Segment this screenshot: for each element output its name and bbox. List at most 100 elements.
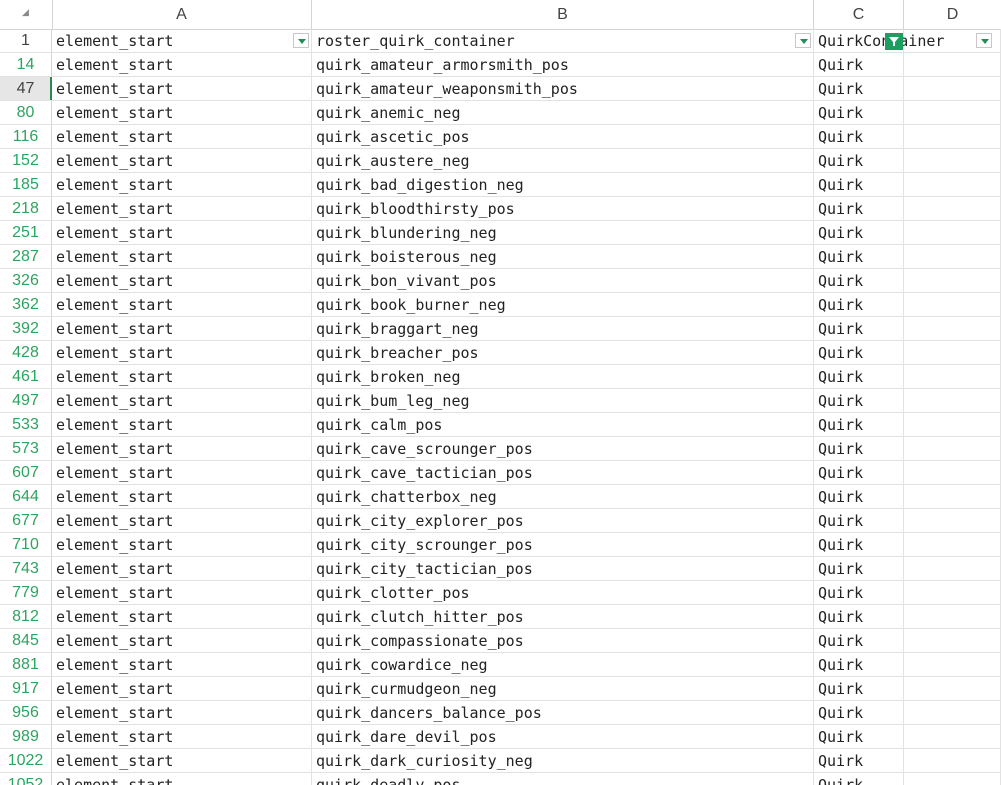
cell-b[interactable]: quirk_boisterous_neg <box>312 245 814 268</box>
cell-a[interactable]: element_start <box>52 557 312 580</box>
cell-d[interactable] <box>904 149 1001 172</box>
cell-c[interactable]: Quirk <box>814 653 904 676</box>
cell-d[interactable] <box>904 677 1001 700</box>
cell-b[interactable]: quirk_amateur_armorsmith_pos <box>312 53 814 76</box>
row-number[interactable]: 644 <box>0 485 52 508</box>
cell-b[interactable]: quirk_austere_neg <box>312 149 814 172</box>
cell-c[interactable]: Quirk <box>814 269 904 292</box>
cell-b[interactable]: quirk_book_burner_neg <box>312 293 814 316</box>
cell-d[interactable] <box>904 101 1001 124</box>
row-number[interactable]: 152 <box>0 149 52 172</box>
column-header-b[interactable]: B <box>312 0 814 29</box>
cell-a[interactable]: element_start <box>52 677 312 700</box>
cell-d[interactable] <box>904 197 1001 220</box>
cell-c[interactable]: Quirk <box>814 149 904 172</box>
cell-d[interactable] <box>904 173 1001 196</box>
cell-c[interactable]: Quirk <box>814 317 904 340</box>
cell-b[interactable]: quirk_clutch_hitter_pos <box>312 605 814 628</box>
cell-c[interactable]: Quirk <box>814 701 904 724</box>
row-number[interactable]: 392 <box>0 317 52 340</box>
cell-a[interactable]: element_start <box>52 437 312 460</box>
cell-c[interactable]: Quirk <box>814 773 904 785</box>
row-number[interactable]: 1052 <box>0 773 52 785</box>
row-number[interactable]: 461 <box>0 365 52 388</box>
cell-c[interactable]: Quirk <box>814 221 904 244</box>
cell-d[interactable] <box>904 629 1001 652</box>
cell-c[interactable]: Quirk <box>814 293 904 316</box>
cell-a[interactable]: element_start <box>52 77 312 100</box>
row-number[interactable]: 218 <box>0 197 52 220</box>
cell-a[interactable]: element_start <box>52 653 312 676</box>
row-number[interactable]: 362 <box>0 293 52 316</box>
row-number[interactable]: 116 <box>0 125 52 148</box>
cell-c[interactable]: Quirk <box>814 53 904 76</box>
cell-d[interactable] <box>904 749 1001 772</box>
cell-a[interactable]: element_start <box>52 221 312 244</box>
cell-b[interactable]: quirk_ascetic_pos <box>312 125 814 148</box>
cell-b[interactable]: quirk_breacher_pos <box>312 341 814 364</box>
cell-c[interactable]: Quirk <box>814 125 904 148</box>
cell-c[interactable]: Quirk <box>814 509 904 532</box>
cell-b[interactable]: quirk_broken_neg <box>312 365 814 388</box>
row-number[interactable]: 917 <box>0 677 52 700</box>
cell-c[interactable]: Quirk <box>814 557 904 580</box>
cell-a[interactable]: element_start <box>52 629 312 652</box>
cell-c[interactable]: Quirk <box>814 581 904 604</box>
cell-c[interactable]: Quirk <box>814 101 904 124</box>
cell-d[interactable] <box>904 125 1001 148</box>
cell-b[interactable]: quirk_cowardice_neg <box>312 653 814 676</box>
cell-a[interactable]: element_start <box>52 173 312 196</box>
cell-d[interactable] <box>904 773 1001 785</box>
cell-b[interactable]: quirk_dark_curiosity_neg <box>312 749 814 772</box>
cell-a[interactable]: element_start <box>52 533 312 556</box>
cell-b[interactable]: quirk_calm_pos <box>312 413 814 436</box>
row-number[interactable]: 326 <box>0 269 52 292</box>
cell-c[interactable]: Quirk <box>814 437 904 460</box>
cell-c[interactable]: Quirk <box>814 341 904 364</box>
cell-a[interactable]: element_start <box>52 605 312 628</box>
cell-d[interactable] <box>904 509 1001 532</box>
cell-d[interactable] <box>904 533 1001 556</box>
row-number[interactable]: 845 <box>0 629 52 652</box>
cell-d[interactable] <box>904 245 1001 268</box>
filter-funnel-icon[interactable] <box>885 33 903 50</box>
row-number[interactable]: 287 <box>0 245 52 268</box>
cell-d[interactable] <box>904 725 1001 748</box>
row-number[interactable]: 14 <box>0 53 52 76</box>
row-number[interactable]: 677 <box>0 509 52 532</box>
cell-a[interactable]: element_start <box>52 581 312 604</box>
cell-d[interactable] <box>904 485 1001 508</box>
cell-b[interactable]: quirk_deadly_pos <box>312 773 814 785</box>
cell-a[interactable]: element_start <box>52 485 312 508</box>
cell-c[interactable]: Quirk <box>814 749 904 772</box>
cell-c[interactable]: Quirk <box>814 77 904 100</box>
cell-a[interactable]: element_start <box>52 101 312 124</box>
row-number[interactable]: 881 <box>0 653 52 676</box>
row-number[interactable]: 185 <box>0 173 52 196</box>
cell-a[interactable]: element_start <box>52 245 312 268</box>
column-header-a[interactable]: A <box>52 0 312 29</box>
filter-dropdown-icon[interactable] <box>293 33 309 48</box>
row-number[interactable]: 497 <box>0 389 52 412</box>
cell-d[interactable] <box>904 413 1001 436</box>
cell-c[interactable]: Quirk <box>814 485 904 508</box>
row-number[interactable]: 1 <box>0 29 52 52</box>
cell-a[interactable]: element_start <box>52 365 312 388</box>
filter-dropdown-icon[interactable] <box>976 33 992 48</box>
cell-b[interactable]: quirk_anemic_neg <box>312 101 814 124</box>
row-number[interactable]: 1022 <box>0 749 52 772</box>
cell-c[interactable]: Quirk <box>814 389 904 412</box>
column-header-c[interactable]: C <box>814 0 904 29</box>
row-number[interactable]: 989 <box>0 725 52 748</box>
cell-a[interactable]: element_start <box>52 749 312 772</box>
cell-b[interactable]: quirk_bon_vivant_pos <box>312 269 814 292</box>
cell-b[interactable]: quirk_braggart_neg <box>312 317 814 340</box>
cell-b[interactable]: quirk_curmudgeon_neg <box>312 677 814 700</box>
cell-a[interactable]: element_start <box>52 389 312 412</box>
cell-b[interactable]: quirk_clotter_pos <box>312 581 814 604</box>
row-number[interactable]: 533 <box>0 413 52 436</box>
cell-b[interactable]: quirk_bad_digestion_neg <box>312 173 814 196</box>
column-header-d[interactable]: D <box>904 0 1001 29</box>
cell-d[interactable] <box>904 77 1001 100</box>
header-cell-a[interactable]: element_start <box>52 29 312 52</box>
